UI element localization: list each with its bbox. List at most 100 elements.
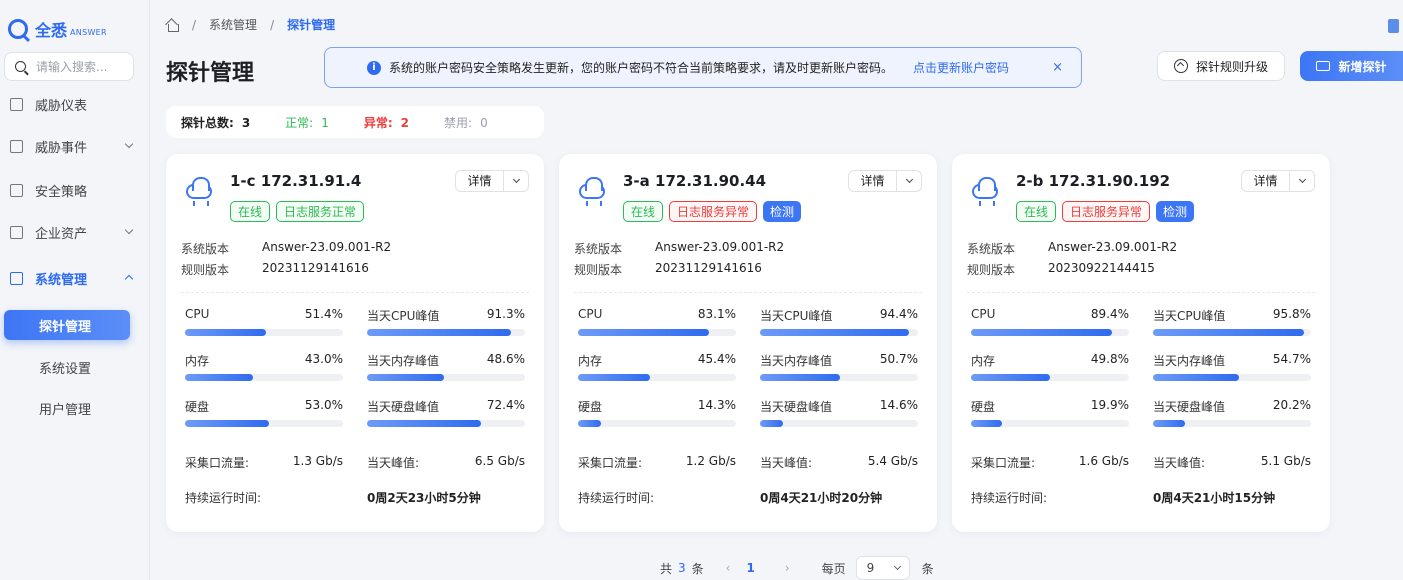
status-tags: 在线 日志服务异常 检测 <box>1016 201 1200 222</box>
traffic-row: 采集口流量: 1.3 Gb/s <box>185 454 343 471</box>
pagination: 共 3 条 ‹ 1 › 每页 9 条 <box>660 556 934 580</box>
detail-label[interactable]: 详情 <box>1242 171 1290 191</box>
uptime-row: 持续运行时间: 0周2天23小时5分钟 <box>185 489 525 506</box>
system-version-row: 系统版本 Answer-23.09.001-R2 <box>181 240 391 257</box>
probe-summary: 探针总数: 3 正常: 1 异常: 2 禁用: 0 <box>166 106 544 138</box>
breadcrumb-separator: / <box>192 17 197 32</box>
sidebar-item-dashboard[interactable]: 威胁仪表 <box>10 89 138 119</box>
progress-fill <box>578 329 710 336</box>
metric-label: CPU <box>185 307 210 321</box>
update-password-link[interactable]: 点击更新账户密码 <box>913 59 1009 76</box>
metric-label: 硬盘 <box>185 400 210 414</box>
progress-track <box>185 374 343 381</box>
search-box[interactable] <box>4 52 134 81</box>
metric-label: 内存 <box>971 354 996 368</box>
traffic-label: 采集口流量: <box>185 456 250 470</box>
next-page-icon[interactable]: › <box>785 561 790 575</box>
document-icon[interactable] <box>1388 19 1399 33</box>
prev-page-icon[interactable]: ‹ <box>726 561 731 575</box>
home-icon[interactable] <box>166 19 179 32</box>
logo-subtext: ANSWER <box>70 27 107 37</box>
detail-label[interactable]: 详情 <box>456 171 504 191</box>
upgrade-rules-button[interactable]: 探针规则升级 <box>1157 51 1285 81</box>
rule-version-row: 规则版本 20231129141616 <box>181 261 369 278</box>
progress-track <box>578 329 736 336</box>
traffic-row: 采集口流量: 1.6 Gb/s <box>971 454 1129 471</box>
detail-button[interactable]: 详情 <box>1241 170 1315 192</box>
chevron-down-icon[interactable] <box>1298 175 1307 184</box>
alert-banner: i 系统的账户密码安全策略发生更新，您的账户密码不符合当前策略要求，请及时更新账… <box>324 47 1082 88</box>
chevron-down-icon[interactable] <box>512 175 521 184</box>
status-tag[interactable]: 检测 <box>763 201 802 222</box>
divider <box>181 292 529 293</box>
sidebar-subitem-users[interactable]: 用户管理 <box>4 393 130 423</box>
metric-value: 43.0% <box>304 352 343 366</box>
page-number[interactable]: 1 <box>746 561 754 575</box>
detail-label[interactable]: 详情 <box>849 171 897 191</box>
system-icon <box>10 271 23 285</box>
uptime-value: 0周2天23小时5分钟 <box>367 491 481 505</box>
status-tag[interactable]: 检测 <box>1156 201 1195 222</box>
breadcrumb-item[interactable]: 系统管理 <box>209 16 257 33</box>
chevron-down-icon[interactable] <box>905 175 914 184</box>
add-probe-button[interactable]: 新增探针 <box>1300 51 1403 81</box>
summary-abnormal: 异常: 2 <box>363 115 410 130</box>
info-value: Answer-23.09.001-R2 <box>1048 240 1178 254</box>
probe-title: 1-c 172.31.91.4 <box>230 172 362 190</box>
info-label: 规则版本 <box>967 263 1016 277</box>
sidebar-item-assets[interactable]: 企业资产 <box>10 217 138 247</box>
progress-fill <box>1153 329 1305 336</box>
metric-label: 当天硬盘峰值 <box>367 400 440 414</box>
progress-fill <box>1153 374 1240 381</box>
probe-card: 2-b 172.31.90.192 在线 日志服务异常 检测 详情 系统版本 Answer-… <box>952 154 1330 532</box>
divider <box>967 292 1315 293</box>
traffic-row: 采集口流量: 1.2 Gb/s <box>578 454 736 471</box>
metric-label: 当天CPU峰值 <box>1153 309 1226 323</box>
sidebar-item-label: 威胁事件 <box>35 140 88 156</box>
progress-fill <box>367 374 444 381</box>
info-value: 20230922144415 <box>1048 261 1155 275</box>
info-icon: i <box>367 60 381 75</box>
sidebar-item-system[interactable]: 系统管理 <box>10 263 138 293</box>
upload-icon <box>1173 59 1188 73</box>
chevron-down-icon <box>124 225 134 235</box>
info-value: Answer-23.09.001-R2 <box>262 240 392 254</box>
info-value: Answer-23.09.001-R2 <box>655 240 785 254</box>
info-label: 系统版本 <box>967 242 1016 256</box>
upgrade-rules-label: 探针规则升级 <box>1195 59 1268 74</box>
rule-version-row: 规则版本 20231129141616 <box>574 261 762 278</box>
traffic-peak-value: 5.4 Gb/s <box>867 454 918 468</box>
metric-label: 当天硬盘峰值 <box>760 400 833 414</box>
system-version-row: 系统版本 Answer-23.09.001-R2 <box>574 240 784 257</box>
chevron-up-icon <box>124 274 134 284</box>
sidebar-subitem-probe[interactable]: 探针管理 <box>4 310 130 340</box>
traffic-peak-label: 当天峰值: <box>1153 456 1206 470</box>
per-page-select[interactable]: 9 <box>855 556 910 580</box>
progress-track <box>1153 420 1311 427</box>
sidebar-item-policy[interactable]: 安全策略 <box>10 175 138 205</box>
progress-track <box>185 420 343 427</box>
traffic-label: 采集口流量: <box>578 456 643 470</box>
status-tag: 在线 <box>623 201 664 222</box>
progress-fill <box>578 374 650 381</box>
metric-label: 硬盘 <box>971 400 996 414</box>
progress-fill <box>971 420 1003 427</box>
status-tags: 在线 日志服务异常 检测 <box>623 201 807 222</box>
detail-button[interactable]: 详情 <box>455 170 529 192</box>
detail-button[interactable]: 详情 <box>848 170 922 192</box>
metric-value: 83.1% <box>697 307 736 321</box>
progress-track <box>367 374 525 381</box>
search-input[interactable] <box>36 59 131 74</box>
sidebar-item-events[interactable]: 威胁事件 <box>10 131 138 161</box>
summary-total: 探针总数: 3 <box>181 115 251 130</box>
per-page-value: 9 <box>866 561 875 575</box>
sidebar-subitem-settings[interactable]: 系统设置 <box>4 352 130 382</box>
alert-text: 系统的账户密码安全策略发生更新，您的账户密码不符合当前策略要求，请及时更新账户密… <box>389 61 894 75</box>
progress-track <box>760 329 918 336</box>
metric-value: 91.3% <box>486 307 525 321</box>
close-icon[interactable]: × <box>1052 60 1063 75</box>
per-page-label: 每页 <box>821 561 846 576</box>
logo-text: 全悉 <box>35 21 68 40</box>
info-label: 规则版本 <box>574 263 623 277</box>
progress-fill <box>1153 420 1185 427</box>
